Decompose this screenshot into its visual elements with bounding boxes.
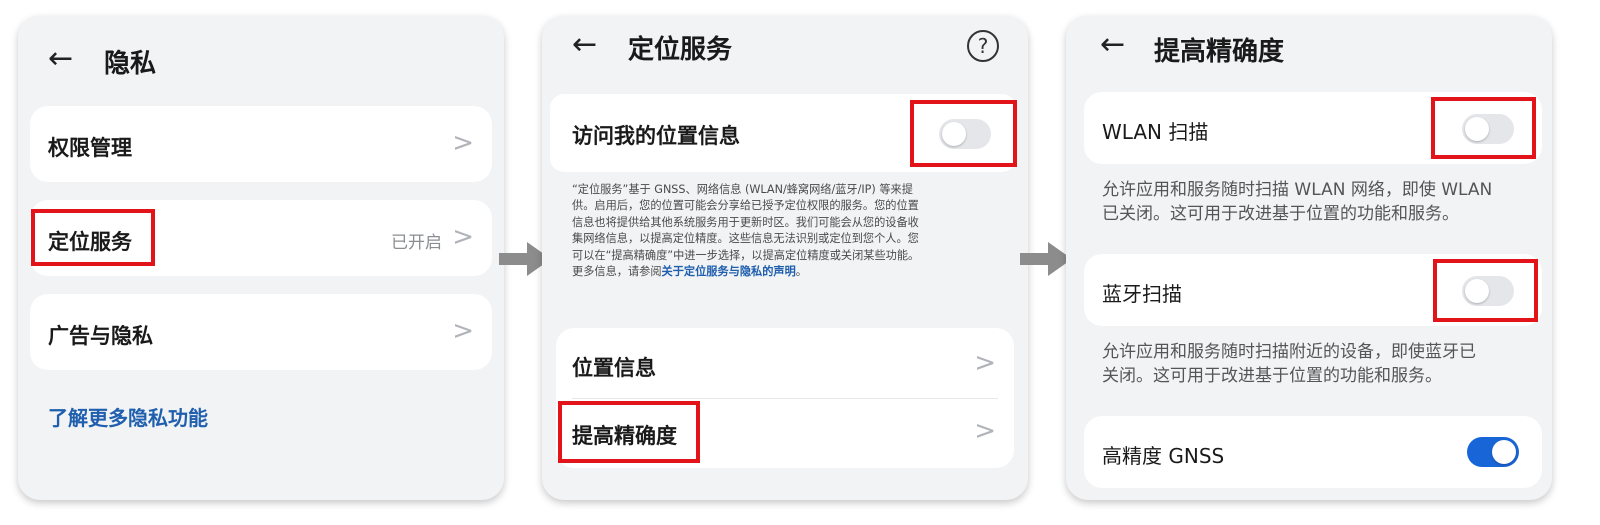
highlight-box <box>31 209 155 266</box>
improve-accuracy-screen: ← 提高精确度 WLAN 扫描 允许应用和服务随时扫描 WLAN 网络，即使 W… <box>1066 16 1552 500</box>
bluetooth-scan-label: 蓝牙扫描 <box>1102 282 1182 306</box>
back-arrow-icon[interactable]: ← <box>572 30 597 60</box>
wlan-scan-label: WLAN 扫描 <box>1102 120 1209 144</box>
chevron-right-icon: > <box>974 348 996 378</box>
chevron-right-icon: > <box>452 128 474 158</box>
bluetooth-scan-description: 允许应用和服务随时扫描附近的设备，即使蓝牙已 关闭。这可用于改进基于位置的功能和… <box>1102 342 1476 386</box>
list-item-label: 广告与隐私 <box>48 324 153 348</box>
page-title: 定位服务 <box>628 35 733 65</box>
page-title: 提高精确度 <box>1154 37 1285 67</box>
chevron-right-icon: > <box>974 416 996 446</box>
list-item-label: 权限管理 <box>48 136 132 160</box>
flow-arrow-icon <box>1020 242 1072 276</box>
location-description: “定位服务”基于 GNSS、网络信息 (WLAN/蜂窝网络/蓝牙/IP) 等来提… <box>572 183 920 279</box>
back-arrow-icon[interactable]: ← <box>1100 30 1125 60</box>
page-title: 隐私 <box>104 49 157 79</box>
back-arrow-icon[interactable]: ← <box>48 44 73 74</box>
list-item-permissions[interactable]: 权限管理 > <box>30 106 492 182</box>
list-item-label: 位置信息 <box>572 356 656 380</box>
high-precision-gnss-row: 高精度 GNSS <box>1084 416 1542 488</box>
list-item-ads-privacy[interactable]: 广告与隐私 > <box>30 294 492 370</box>
high-precision-gnss-label: 高精度 GNSS <box>1102 444 1225 468</box>
access-location-label: 访问我的位置信息 <box>572 124 740 148</box>
highlight-box <box>1433 259 1538 322</box>
high-precision-gnss-toggle[interactable] <box>1467 437 1519 467</box>
list-item-location-info[interactable]: 位置信息 > <box>556 328 1014 398</box>
chevron-right-icon: > <box>452 222 474 252</box>
privacy-screen: ← 隐私 权限管理 > 定位服务 已开启 > 广告与隐私 > 了解更多隐私功能 <box>18 16 504 500</box>
learn-more-link[interactable]: 了解更多隐私功能 <box>48 402 208 431</box>
status-text: 已开启 <box>391 233 442 253</box>
highlight-box <box>558 401 700 463</box>
privacy-statement-link[interactable]: 关于定位服务与隐私的声明 <box>662 265 796 278</box>
highlight-box <box>910 100 1017 167</box>
help-icon[interactable]: ? <box>967 30 999 62</box>
location-services-screen: ← 定位服务 ? 访问我的位置信息 “定位服务”基于 GNSS、网络信息 (WL… <box>542 16 1028 500</box>
wlan-scan-description: 允许应用和服务随时扫描 WLAN 网络，即使 WLAN 已关闭。这可用于改进基于… <box>1102 180 1493 224</box>
chevron-right-icon: > <box>452 316 474 346</box>
highlight-box <box>1431 97 1536 159</box>
